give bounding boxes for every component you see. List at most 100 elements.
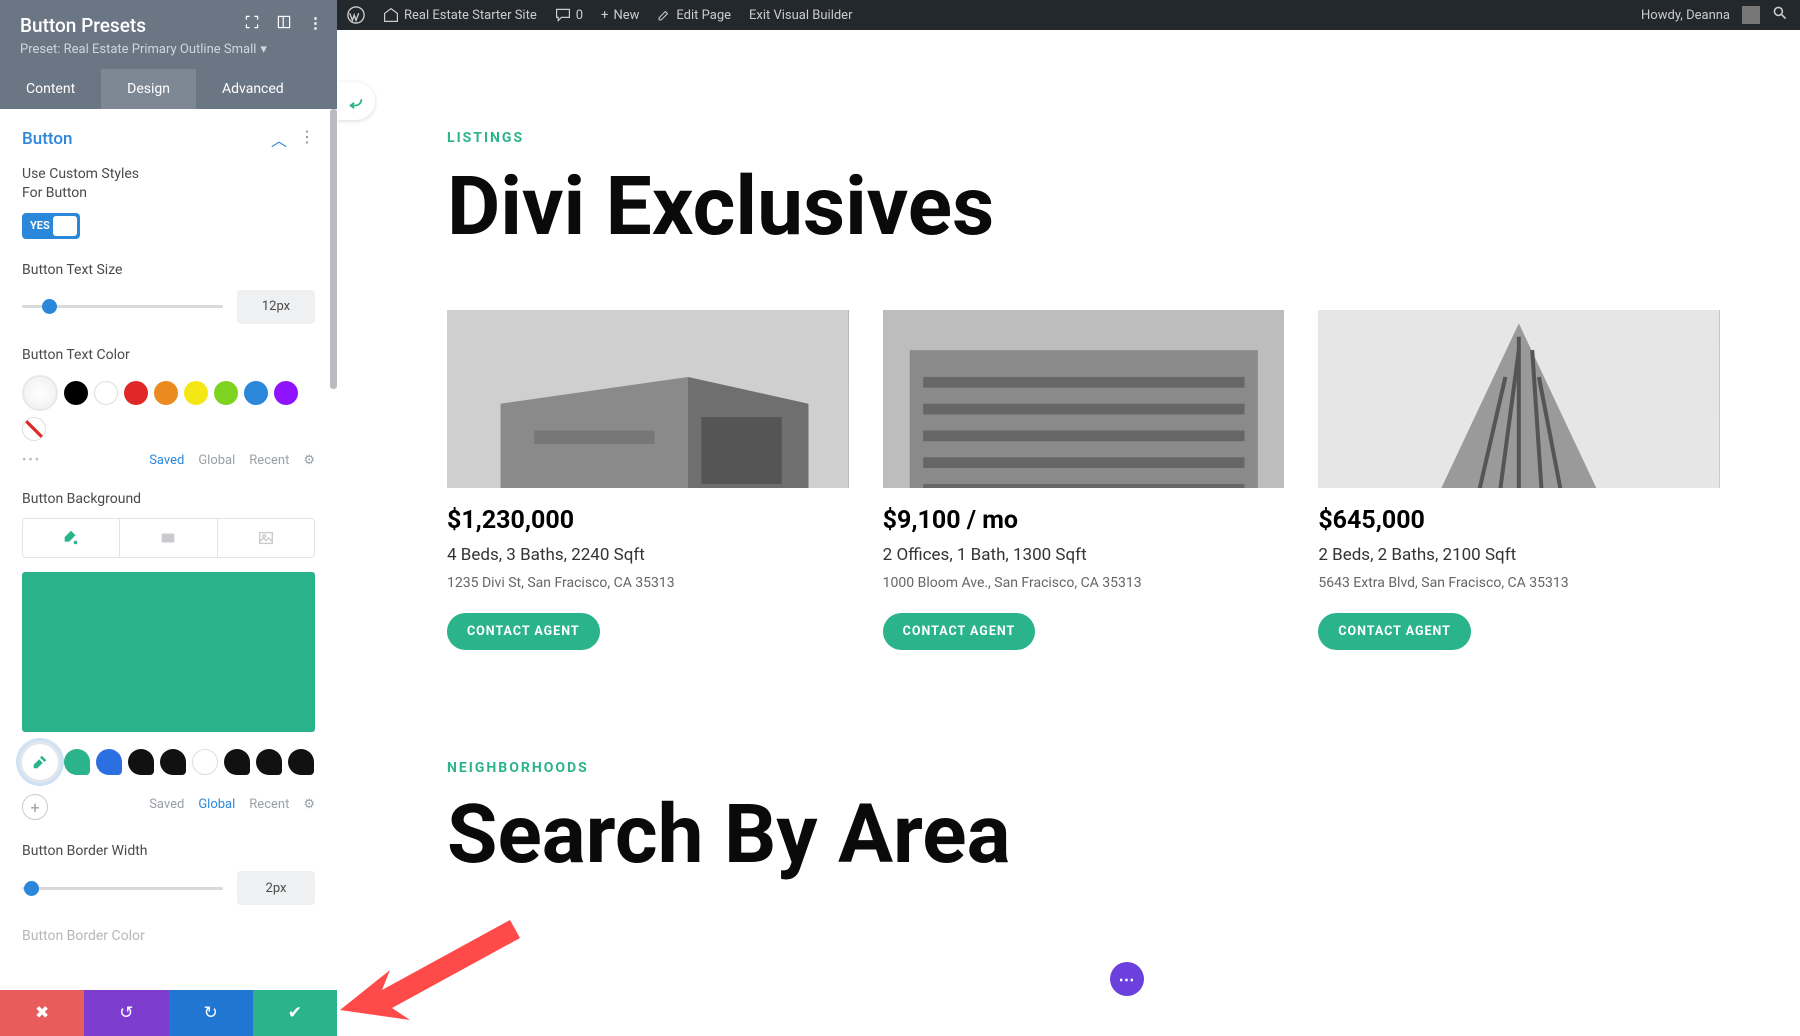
swatch-purple[interactable] (274, 381, 298, 405)
swatch-white[interactable] (94, 381, 118, 405)
exit-builder-link[interactable]: Exit Visual Builder (749, 8, 852, 23)
bg-tab-color[interactable] (23, 519, 119, 557)
toggle-knob (53, 216, 77, 236)
add-color-button[interactable]: + (22, 794, 48, 820)
gswatch-black2[interactable] (160, 749, 186, 775)
redo-button[interactable]: ↻ (169, 990, 253, 1036)
contact-agent-button[interactable]: CONTACT AGENT (1318, 613, 1471, 650)
bg-color-preview[interactable] (22, 572, 315, 732)
gear-icon-2[interactable]: ⚙ (303, 797, 315, 812)
border-width-label: Button Border Width (22, 842, 315, 861)
listing-image[interactable] (1318, 310, 1720, 488)
listing-price: $1,230,000 (447, 506, 849, 535)
chevron-down-icon: ▾ (260, 42, 267, 57)
site-link[interactable]: Real Estate Starter Site (383, 7, 537, 23)
section-button[interactable]: Button (22, 129, 72, 149)
listing-specs: 2 Beds, 2 Baths, 2100 Sqft (1318, 545, 1720, 565)
border-width-value[interactable]: 2px (237, 871, 315, 905)
preset-dropdown[interactable]: Preset: Real Estate Primary Outline Smal… (20, 42, 317, 57)
save-button[interactable]: ✔ (253, 990, 337, 1036)
palette-recent-2[interactable]: Recent (249, 797, 289, 812)
listing-card: $1,230,000 4 Beds, 3 Baths, 2240 Sqft 12… (447, 310, 849, 650)
heading-search-area: Search By Area (447, 794, 1720, 876)
palette-global[interactable]: Global (198, 453, 235, 468)
gswatch-black3[interactable] (224, 749, 250, 775)
palette-global-2[interactable]: Global (198, 797, 235, 812)
wp-admin-bar: Real Estate Starter Site 0 + New Edit Pa… (337, 0, 1800, 30)
bg-type-tabs (22, 518, 315, 558)
bg-label: Button Background (22, 490, 315, 509)
bg-tab-image[interactable] (217, 519, 314, 557)
tab-design[interactable]: Design (101, 69, 196, 109)
gear-icon[interactable]: ⚙ (303, 453, 315, 468)
gswatch-teal[interactable] (64, 749, 90, 775)
tab-advanced[interactable]: Advanced (196, 69, 310, 109)
border-width-slider[interactable] (22, 887, 223, 890)
heading-exclusives: Divi Exclusives (447, 164, 1720, 250)
collapse-icon[interactable]: ︿ (271, 127, 287, 151)
color-picker-button[interactable] (22, 375, 58, 411)
custom-styles-label: Use Custom Styles For Button (22, 165, 162, 203)
howdy-text[interactable]: Howdy, Deanna (1641, 8, 1730, 23)
swatch-yellow[interactable] (184, 381, 208, 405)
listing-address: 5643 Extra Blvd, San Fracisco, CA 35313 (1318, 575, 1720, 591)
undo-button[interactable]: ↺ (84, 990, 168, 1036)
comments-link[interactable]: 0 (555, 7, 583, 23)
text-size-slider[interactable] (22, 305, 223, 308)
listing-price: $645,000 (1318, 506, 1720, 535)
listing-cards: $1,230,000 4 Beds, 3 Baths, 2240 Sqft 12… (447, 310, 1720, 650)
module-options-button[interactable]: ⋯ (1110, 962, 1144, 996)
gswatch-black1[interactable] (128, 749, 154, 775)
comments-count: 0 (576, 8, 583, 23)
contact-agent-button[interactable]: CONTACT AGENT (447, 613, 600, 650)
palette-dots-icon[interactable]: ••• (22, 453, 41, 468)
eyebrow-listings: LISTINGS (447, 130, 1720, 146)
page-preview: LISTINGS Divi Exclusives $1,230,000 4 Be… (337, 30, 1800, 1036)
gswatch-black4[interactable] (256, 749, 282, 775)
palette-recent[interactable]: Recent (249, 453, 289, 468)
contact-agent-button[interactable]: CONTACT AGENT (883, 613, 1036, 650)
panel-icon[interactable] (276, 14, 292, 34)
return-arrow-button[interactable] (337, 82, 375, 120)
listing-price: $9,100 / mo (883, 506, 1285, 535)
palette-saved[interactable]: Saved (149, 453, 184, 468)
slider-thumb-border[interactable] (24, 881, 39, 896)
listing-image[interactable] (883, 310, 1285, 488)
swatch-red[interactable] (124, 381, 148, 405)
sidebar-body: Button ︿ ⋮ Use Custom Styles For Button … (0, 109, 337, 990)
tab-content[interactable]: Content (0, 69, 101, 109)
user-avatar-icon[interactable] (1742, 6, 1760, 24)
new-link[interactable]: + New (601, 8, 639, 23)
wp-logo-icon[interactable] (347, 6, 365, 24)
settings-sidebar: Button Presets Preset: Real Estate Prima… (0, 0, 337, 1036)
gswatch-black5[interactable] (288, 749, 314, 775)
scrollbar-thumb[interactable] (330, 109, 337, 389)
listing-address: 1235 Divi St, San Fracisco, CA 35313 (447, 575, 849, 591)
listing-specs: 4 Beds, 3 Baths, 2240 Sqft (447, 545, 849, 565)
swatch-black[interactable] (64, 381, 88, 405)
palette-saved-2[interactable]: Saved (149, 797, 184, 812)
swatch-orange[interactable] (154, 381, 178, 405)
focus-icon[interactable] (244, 14, 260, 34)
swatch-blue[interactable] (244, 381, 268, 405)
edit-page-link[interactable]: Edit Page (657, 8, 731, 23)
text-color-label: Button Text Color (22, 346, 315, 365)
swatch-green[interactable] (214, 381, 238, 405)
more-icon[interactable]: ⋮ (308, 14, 323, 34)
eyedropper-button[interactable] (22, 744, 58, 780)
site-name: Real Estate Starter Site (404, 8, 537, 23)
bg-tab-gradient[interactable] (119, 519, 216, 557)
text-size-label: Button Text Size (22, 261, 315, 280)
section-more-icon[interactable]: ⋮ (299, 127, 315, 151)
cancel-button[interactable]: ✖ (0, 990, 84, 1036)
slider-thumb[interactable] (42, 299, 57, 314)
gswatch-blue[interactable] (96, 749, 122, 775)
swatch-none[interactable] (22, 417, 46, 441)
text-size-value[interactable]: 12px (237, 290, 315, 324)
listing-address: 1000 Bloom Ave., San Fracisco, CA 35313 (883, 575, 1285, 591)
listing-image[interactable] (447, 310, 849, 488)
eyebrow-neighborhoods: NEIGHBORHOODS (447, 760, 1720, 776)
gswatch-white[interactable] (192, 749, 218, 775)
custom-styles-toggle[interactable]: YES (22, 213, 80, 239)
search-icon[interactable] (1772, 5, 1788, 25)
